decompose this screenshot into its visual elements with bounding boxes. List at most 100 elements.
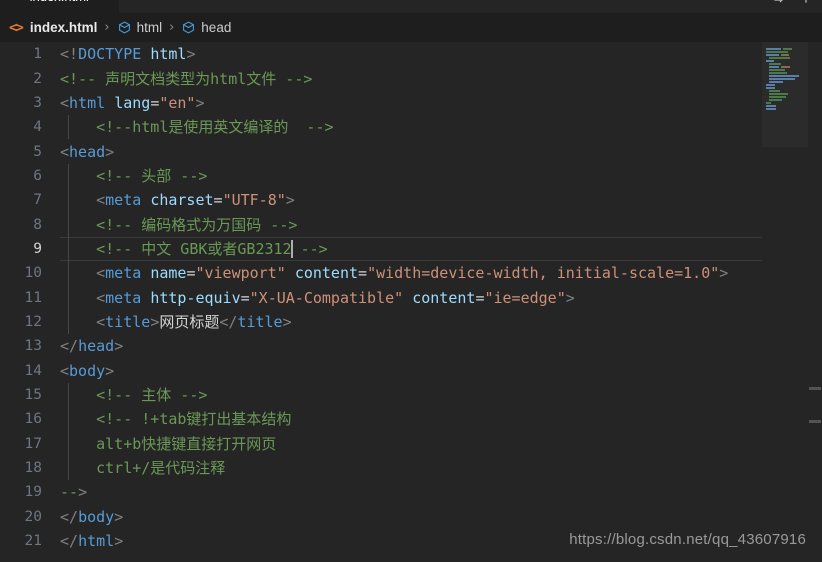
- code-line[interactable]: 16 <!-- !+tab键打出基本结构: [0, 407, 822, 432]
- code-line-text: </body>: [60, 507, 124, 526]
- line-number: 7: [33, 192, 42, 209]
- line-number: 16: [24, 411, 42, 428]
- minimap-line: [766, 60, 774, 62]
- code-line-text: <!-- 声明文档类型为html文件 -->: [60, 69, 313, 88]
- code-lines: 1 <!DOCTYPE html> 2 <!-- 声明文档类型为html文件 --> 3…: [0, 42, 822, 553]
- scrollbar-mark: [809, 420, 821, 423]
- code-line[interactable]: 7 <meta charset="UTF-8">: [0, 188, 822, 213]
- code-line[interactable]: 10 <meta name="viewport" content="width=…: [0, 261, 822, 286]
- line-number: 17: [24, 435, 42, 452]
- more-actions-icon[interactable]: [798, 0, 814, 6]
- breadcrumb-label: index.html: [29, 20, 98, 35]
- code-line[interactable]: 3 <html lang="en">: [0, 91, 822, 115]
- minimap-line: [766, 51, 788, 53]
- line-number: 18: [24, 460, 42, 477]
- line-number: 9: [33, 240, 42, 257]
- line-number: 1: [33, 46, 42, 63]
- code-line-text: <meta http-equiv="X-UA-Compatible" conte…: [96, 288, 575, 307]
- code-line-text: -->: [60, 483, 88, 502]
- line-number: 8: [33, 216, 42, 233]
- line-number: 15: [24, 386, 42, 403]
- watermark-url: https://blog.csdn.net/qq_43607916: [569, 531, 806, 548]
- line-number: 6: [33, 167, 42, 184]
- tab-label: index.html: [30, 0, 89, 4]
- line-number: 19: [24, 484, 42, 501]
- minimap-line: [769, 96, 786, 98]
- minimap-line: [769, 57, 790, 59]
- html-code-icon: <>: [9, 19, 24, 36]
- html-code-icon: <>: [10, 0, 25, 4]
- breadcrumb-label: head: [201, 20, 232, 35]
- minimap-line: [781, 54, 789, 56]
- split-editor-right-icon[interactable]: [772, 0, 788, 6]
- code-line-text: <!-- !+tab键打出基本结构: [60, 410, 292, 429]
- code-line[interactable]: 11 <meta http-equiv="X-UA-Compatible" co…: [0, 285, 822, 310]
- code-line[interactable]: 13 </head>: [0, 334, 822, 358]
- code-line-text: <html lang="en">: [60, 93, 205, 112]
- line-number: 20: [24, 508, 42, 525]
- symbol-cube-icon: [117, 20, 132, 35]
- code-line-text: <!--html是使用英文编译的 -->: [60, 118, 334, 137]
- vscode-window: <> index.html × <> index.html: [0, 0, 822, 562]
- breadcrumb-item-html[interactable]: html: [117, 20, 163, 35]
- breadcrumb-label: html: [136, 20, 163, 35]
- editor-scrollbar[interactable]: [808, 42, 822, 562]
- code-line[interactable]: 14 <body>: [0, 358, 822, 382]
- minimap-line: [769, 78, 795, 80]
- scrollbar-mark: [809, 387, 821, 390]
- code-line-text: </head>: [60, 337, 124, 356]
- code-line[interactable]: 19 -->: [0, 480, 822, 504]
- minimap-line: [766, 48, 781, 50]
- code-line-text: <head>: [60, 142, 115, 161]
- code-line[interactable]: 8 <!-- 编码格式为万国码 -->: [0, 212, 822, 237]
- code-line-text: <body>: [60, 361, 115, 380]
- minimap-line: [766, 105, 776, 107]
- code-line[interactable]: 18 ctrl+/是代码注释: [0, 455, 822, 481]
- line-number: 3: [33, 94, 42, 111]
- code-line[interactable]: 4 <!--html是使用英文编译的 -->: [0, 115, 822, 140]
- code-line-text: <!-- 主体 -->: [60, 385, 208, 404]
- line-number: 12: [24, 313, 42, 330]
- code-line[interactable]: 15 <!-- 主体 -->: [0, 382, 822, 408]
- minimap-line: [769, 75, 799, 77]
- code-editor[interactable]: 1 <!DOCTYPE html> 2 <!-- 声明文档类型为html文件 --> 3…: [0, 42, 822, 562]
- minimap-line: [769, 72, 787, 74]
- breadcrumb-separator: ›: [104, 20, 110, 35]
- editor-tab-index-html[interactable]: <> index.html ×: [0, 0, 119, 13]
- minimap-line: [769, 99, 782, 101]
- code-line[interactable]: 12 <title>网页标题</title>: [0, 309, 822, 335]
- code-line[interactable]: 17 alt+b快捷键直接打开网页: [0, 431, 822, 456]
- minimap-line: [769, 63, 781, 65]
- minimap-line: [766, 54, 779, 56]
- minimap[interactable]: [762, 42, 808, 562]
- code-line-text: <meta name="viewport" content="width=dev…: [96, 264, 729, 283]
- minimap-line: [783, 48, 792, 50]
- code-line[interactable]: 5 <head>: [0, 139, 822, 163]
- code-line[interactable]: 6 <!-- 头部 -->: [0, 163, 822, 189]
- code-line-text: <meta charset="UTF-8">: [96, 191, 295, 210]
- code-line-text: alt+b快捷键直接打开网页: [60, 434, 277, 453]
- minimap-line: [769, 93, 788, 95]
- code-line-text: <!-- 头部 -->: [60, 166, 208, 185]
- minimap-line: [769, 69, 785, 71]
- minimap-line: [766, 87, 775, 89]
- code-line-text: <title>网页标题</title>: [96, 312, 292, 331]
- code-line[interactable]: 20 </body>: [0, 505, 822, 529]
- code-line[interactable]: 2 <!-- 声明文档类型为html文件 -->: [0, 66, 822, 90]
- code-line-text: <!-- 中文 GBK或者GB2312 -->: [60, 239, 328, 258]
- code-line[interactable]: 9 <!-- 中文 GBK或者GB2312 -->: [0, 236, 822, 262]
- code-line[interactable]: 1 <!DOCTYPE html>: [0, 42, 822, 66]
- line-number: 5: [33, 143, 42, 160]
- line-number: 21: [24, 533, 42, 550]
- code-line-text: <!-- 编码格式为万国码 -->: [60, 215, 298, 234]
- close-icon[interactable]: ×: [101, 0, 109, 4]
- minimap-line: [766, 108, 776, 110]
- line-number: 13: [24, 338, 42, 355]
- minimap-line: [769, 90, 780, 92]
- breadcrumb: <> index.html › html › head: [0, 13, 822, 42]
- minimap-line: [766, 102, 771, 104]
- minimap-line: [781, 66, 790, 68]
- breadcrumb-item-head[interactable]: head: [181, 20, 231, 35]
- minimap-line: [769, 66, 779, 68]
- breadcrumb-item-file[interactable]: <> index.html: [9, 20, 97, 36]
